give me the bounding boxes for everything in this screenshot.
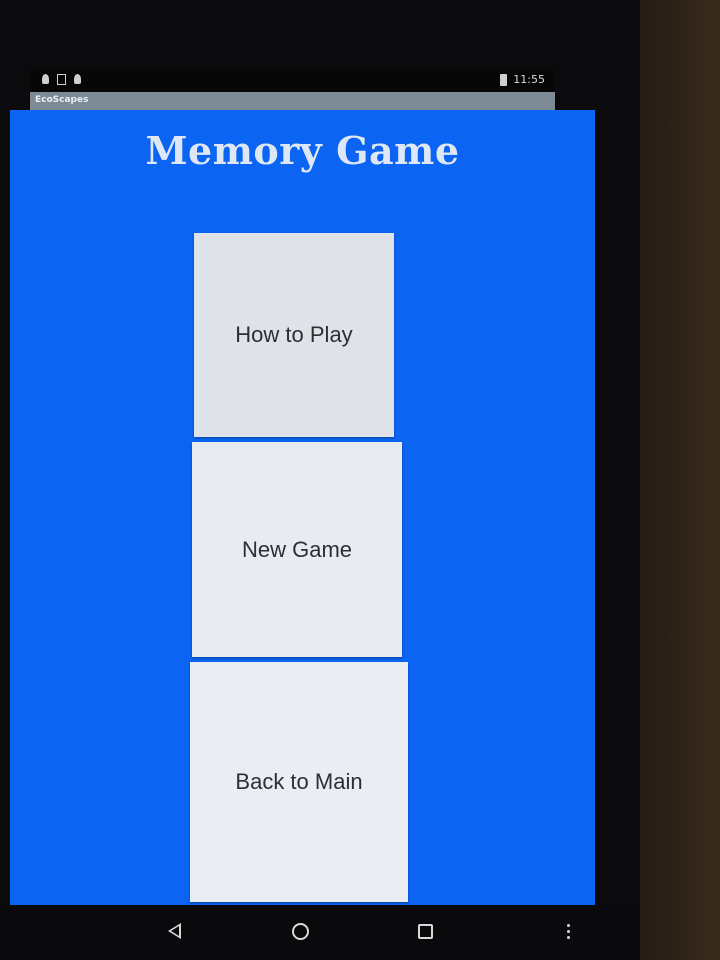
overflow-menu-icon[interactable] (548, 913, 588, 949)
home-icon[interactable] (280, 913, 320, 949)
status-time: 11:55 (513, 73, 545, 86)
location-pin-icon (42, 74, 49, 84)
app-title: EcoScapes (35, 95, 89, 105)
memory-game-screen: Memory Game How to Play New Game Back to… (10, 110, 595, 905)
battery-icon (500, 73, 508, 86)
sim-card-icon (57, 74, 66, 85)
page-title: Memory Game (145, 128, 460, 173)
back-to-main-button[interactable]: Back to Main (190, 662, 408, 902)
how-to-play-button[interactable]: How to Play (194, 233, 394, 437)
navigation-bar (0, 905, 640, 960)
action-bar: EcoScapes (30, 92, 555, 110)
recents-icon[interactable] (405, 913, 445, 949)
back-icon[interactable] (154, 913, 194, 949)
location-pin-icon (74, 74, 81, 84)
status-bar: 11:55 (30, 70, 555, 92)
new-game-button[interactable]: New Game (192, 442, 402, 657)
